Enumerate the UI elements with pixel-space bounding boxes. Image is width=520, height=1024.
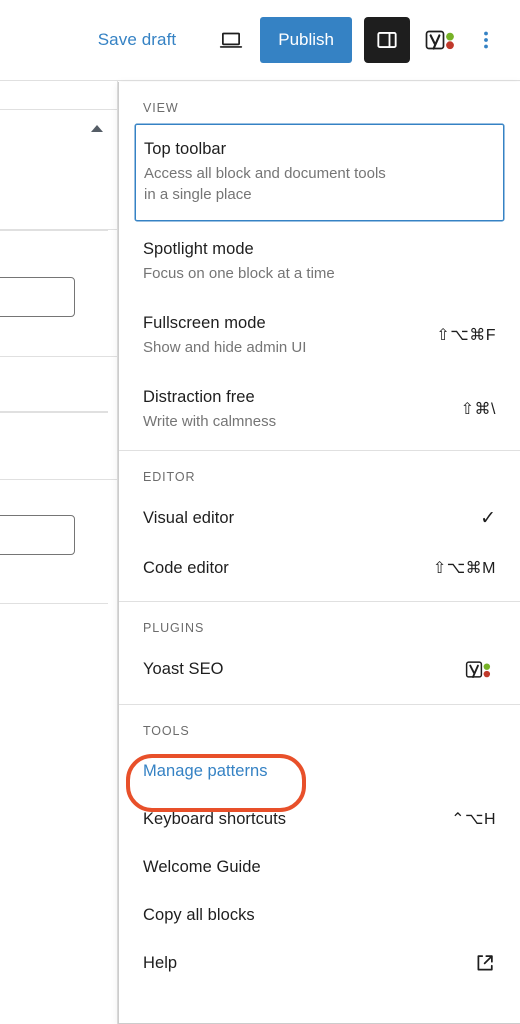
menu-item-title: Visual editor [143,509,235,527]
menu-item-manage-patterns[interactable]: Manage patterns [119,747,520,795]
menu-item-description: Write with calmness [143,413,277,430]
menu-item-title: Keyboard shortcuts [143,810,287,828]
text-input-field[interactable] [0,277,75,317]
menu-item-shortcut: ⇧⌥⌘F [436,327,496,344]
menu-item-title: Manage patterns [143,762,268,780]
yoast-seo-icon[interactable] [418,17,464,63]
menu-item-title: Welcome Guide [143,858,261,876]
menu-item-distraction-free[interactable]: Distraction free Write with calmness ⇧⌘\ [119,377,520,450]
panel-divider [0,109,117,110]
menu-group-view: VIEW Top toolbar Access all block and do… [119,82,520,450]
laptop-preview-icon[interactable] [208,17,254,63]
menu-item-shortcut: ⌃⌥H [451,811,496,828]
menu-group-editor: EDITOR Visual editor ✓ Code editor ⇧⌥⌘M [119,451,520,601]
menu-item-yoast-seo[interactable]: Yoast SEO [119,644,520,704]
menu-item-spotlight-mode[interactable]: Spotlight mode Focus on one block at a t… [119,229,520,295]
menu-item-shortcut: ⇧⌘\ [460,401,496,418]
menu-item-code-editor[interactable]: Code editor ⇧⌥⌘M [119,543,520,601]
editor-top-toolbar: Save draft Publish [0,0,520,81]
menu-item-shortcut: ⇧⌥⌘M [432,560,496,577]
menu-item-top-toolbar[interactable]: Top toolbar Access all block and documen… [135,124,504,221]
panel-divider [0,479,117,480]
editor-more-options-menu: VIEW Top toolbar Access all block and do… [118,82,520,1024]
editor-card [0,412,108,604]
menu-item-title: Spotlight mode [143,240,254,258]
external-link-icon [474,952,496,974]
kebab-menu-icon[interactable] [466,17,506,63]
menu-item-title: Distraction free [143,388,255,406]
menu-item-keyboard-shortcuts[interactable]: Keyboard shortcuts ⌃⌥H [119,795,520,843]
collapse-triangle-icon[interactable] [91,125,103,132]
group-label-editor: EDITOR [143,470,196,484]
menu-item-title: Code editor [143,559,229,577]
menu-item-title: Fullscreen mode [143,314,266,332]
editor-card [0,230,108,412]
menu-group-tools: TOOLS Manage patterns Keyboard shortcuts… [119,705,520,987]
save-draft-button[interactable]: Save draft [88,22,187,58]
menu-item-fullscreen-mode[interactable]: Fullscreen mode Show and hide admin UI ⇧… [119,303,520,369]
menu-item-title: Help [143,954,178,972]
menu-group-plugins: PLUGINS Yoast SEO [119,602,520,704]
menu-item-description: Focus on one block at a time [143,265,335,282]
editor-background-panel [0,81,118,1024]
menu-item-description: Show and hide admin UI [143,339,307,356]
menu-item-description: Access all block and document tools in a… [144,165,386,203]
group-label-view: VIEW [143,101,179,115]
menu-item-welcome-guide[interactable]: Welcome Guide [119,843,520,891]
checkmark-icon: ✓ [480,507,496,529]
menu-item-title: Copy all blocks [143,906,255,924]
group-label-plugins: PLUGINS [143,621,205,635]
text-input-field[interactable] [0,515,75,555]
menu-item-copy-all-blocks[interactable]: Copy all blocks [119,891,520,939]
group-label-tools: TOOLS [143,724,190,738]
menu-item-visual-editor[interactable]: Visual editor ✓ [119,493,520,543]
menu-item-help[interactable]: Help [119,939,520,987]
publish-button[interactable]: Publish [260,17,352,63]
menu-item-title: Yoast SEO [143,660,224,678]
sidebar-panel-icon[interactable] [364,17,410,63]
menu-item-title: Top toolbar [144,140,227,158]
yoast-seo-icon [464,658,496,682]
panel-divider [0,356,117,357]
